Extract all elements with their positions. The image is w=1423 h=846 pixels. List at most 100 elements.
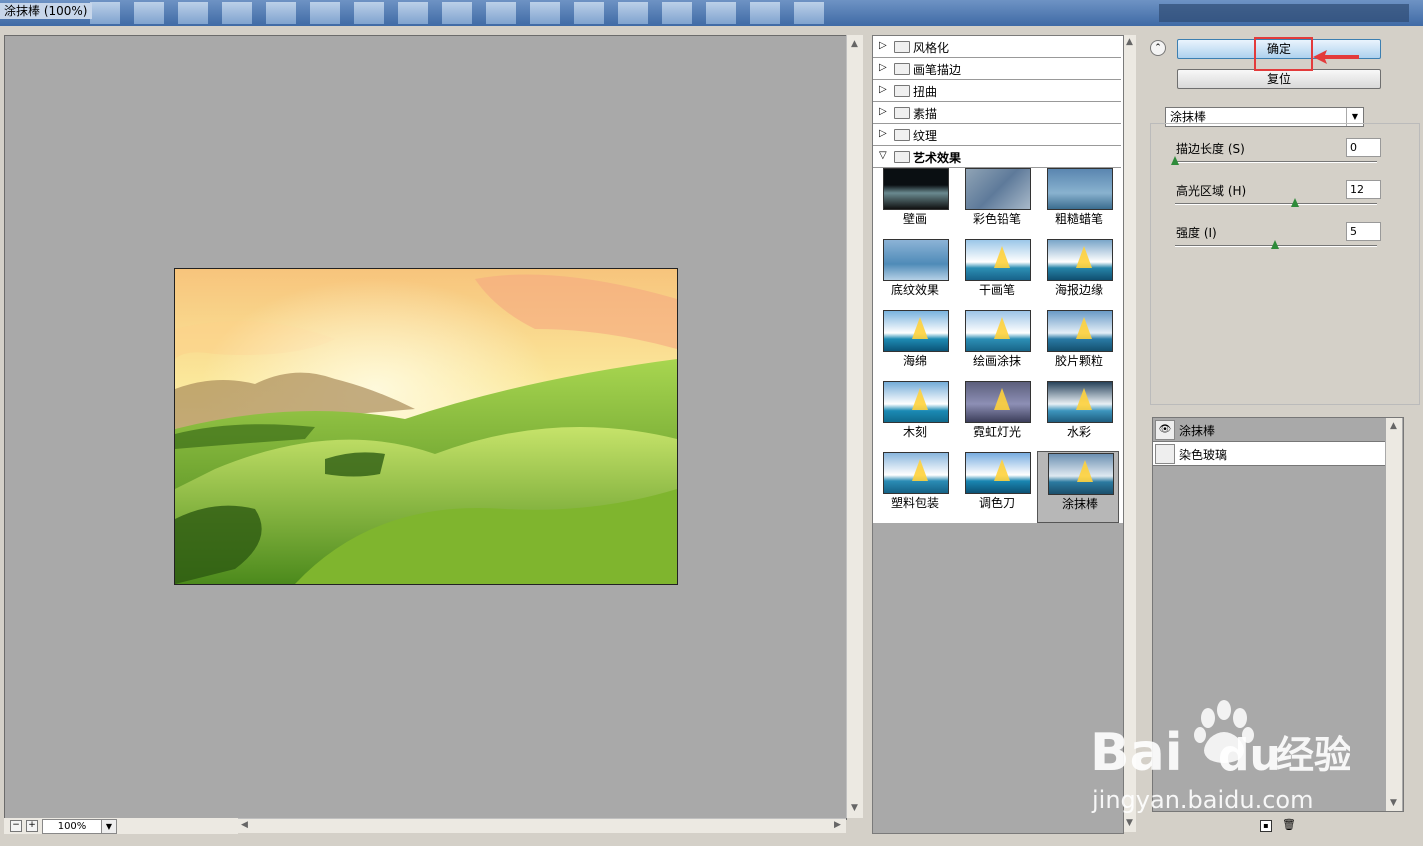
filter-thumbnail[interactable]: 木刻 (873, 380, 953, 450)
filter-category-label: 画笔描边 (913, 63, 962, 77)
filter-thumbnail[interactable]: 调色刀 (955, 451, 1035, 521)
filter-preview-image (883, 381, 949, 423)
filter-thumbnail[interactable]: 海报边缘 (1037, 238, 1117, 308)
filter-thumbnail[interactable]: 干画笔 (955, 238, 1035, 308)
folder-icon (894, 85, 910, 97)
filter-thumbnail-label: 绘画涂抹 (972, 354, 1021, 368)
taskbar-thumbnails (90, 2, 824, 24)
filter-category[interactable]: ▷ 画笔描边 (873, 58, 1121, 80)
filter-category-label: 素描 (913, 107, 938, 121)
filter-thumbnail-label: 霓虹灯光 (972, 425, 1021, 439)
window-controls (1159, 4, 1409, 22)
collapsed-triangle-icon[interactable]: ▷ (879, 106, 887, 117)
filter-thumbnail[interactable]: 彩色铅笔 (955, 167, 1035, 237)
slider-knob[interactable] (1291, 198, 1299, 207)
ok-button-highlight-box (1254, 37, 1313, 71)
expanded-triangle-icon[interactable]: ▽ (879, 150, 887, 161)
effect-layer-row[interactable]: 染色玻璃 (1153, 442, 1385, 466)
filter-preview-image (883, 452, 949, 494)
collapsed-triangle-icon[interactable]: ▷ (879, 62, 887, 73)
filter-category-label: 扭曲 (913, 85, 938, 99)
filter-preview-image (965, 381, 1031, 423)
filter-thumbnail-label: 干画笔 (978, 283, 1015, 297)
folder-icon (894, 129, 910, 141)
collapse-gallery-button[interactable]: ⌃ (1150, 40, 1166, 56)
zoom-in-button[interactable]: + (26, 820, 38, 832)
filter-category[interactable]: ▷ 纹理 (873, 124, 1121, 146)
zoom-dropdown-button[interactable]: ▼ (101, 819, 117, 834)
preview-vertical-scrollbar[interactable]: ▲ ▼ (846, 35, 863, 818)
effect-layer-row[interactable]: 👁 涂抹棒 (1153, 418, 1385, 442)
filter-thumbnail[interactable]: 霓虹灯光 (955, 380, 1035, 450)
zoom-out-button[interactable]: − (10, 820, 22, 832)
filter-category[interactable]: ▷ 扭曲 (873, 80, 1121, 102)
filter-category-label: 风格化 (913, 41, 950, 55)
parameter-value-field[interactable]: 0 (1346, 138, 1381, 157)
filter-thumbnail[interactable]: 底纹效果 (873, 238, 953, 308)
zoom-bar: − + 100% ▼ (4, 818, 238, 834)
filter-preview-image (1047, 381, 1113, 423)
filter-gallery: ▷ 风格化 ▷ 画笔描边 ▷ 扭曲 ▷ 素描 ▷ 纹理 ▽ 艺术效果 壁画 彩色铅笔 粗糙蜡笔底纹效果 干画笔… (872, 35, 1124, 834)
filter-preview-image (883, 239, 949, 281)
filter-preview-image (883, 168, 949, 210)
layers-scrollbar[interactable]: ▲ ▼ (1386, 418, 1402, 811)
parameter-label: 高光区域 (H) (1176, 184, 1247, 198)
slider-knob[interactable] (1271, 240, 1279, 249)
filter-thumbnail-label: 水彩 (1066, 425, 1091, 439)
filter-thumbnail-label: 底纹效果 (890, 283, 939, 297)
filter-parameter: 高光区域 (H) 12 (1151, 180, 1419, 220)
filter-thumbnail-label: 海报边缘 (1054, 283, 1103, 297)
visibility-eye-icon[interactable] (1155, 444, 1175, 464)
filter-category-label: 纹理 (913, 129, 938, 143)
collapsed-triangle-icon[interactable]: ▷ (879, 40, 887, 51)
effect-layer-name: 涂抹棒 (1179, 424, 1216, 438)
parameter-value-field[interactable]: 12 (1346, 180, 1381, 199)
filter-preview-image (965, 239, 1031, 281)
filter-thumbnail-label: 调色刀 (978, 496, 1015, 510)
effect-layer-name: 染色玻璃 (1179, 448, 1228, 462)
folder-icon (894, 41, 910, 53)
visibility-eye-icon[interactable]: 👁 (1155, 420, 1175, 440)
filter-thumbnail-label: 塑料包装 (890, 496, 939, 510)
filter-thumbnail[interactable]: 胶片颗粒 (1037, 309, 1117, 379)
filter-thumbnail[interactable]: 海绵 (873, 309, 953, 379)
filter-thumbnail[interactable]: 涂抹棒 (1037, 451, 1119, 523)
reset-button[interactable]: 复位 (1177, 69, 1381, 89)
filter-thumbnail-label: 粗糙蜡笔 (1054, 212, 1103, 226)
title-bar: 涂抹棒 (100%) (0, 0, 1423, 26)
collapsed-triangle-icon[interactable]: ▷ (879, 128, 887, 139)
preview-horizontal-scrollbar[interactable]: ◀ ▶ (238, 818, 846, 833)
filter-preview-image (883, 310, 949, 352)
parameter-label: 强度 (I) (1176, 226, 1217, 240)
filter-preview-image (1047, 239, 1113, 281)
filter-thumbnail[interactable]: 壁画 (873, 167, 953, 237)
slider-knob[interactable] (1171, 156, 1179, 165)
parameter-slider-track[interactable] (1175, 161, 1377, 163)
collapsed-triangle-icon[interactable]: ▷ (879, 84, 887, 95)
svg-text:jingyan.baidu.com: jingyan.baidu.com (1091, 786, 1313, 814)
svg-text:du: du (1218, 730, 1281, 781)
filter-thumbnail-label: 木刻 (902, 425, 927, 439)
filter-thumbnail-label: 海绵 (902, 354, 927, 368)
svg-text:经验: 经验 (1276, 733, 1350, 777)
filter-thumbnail[interactable]: 粗糙蜡笔 (1037, 167, 1117, 237)
zoom-level-field[interactable]: 100% (42, 819, 102, 834)
folder-icon (894, 107, 910, 119)
filter-thumbnail[interactable]: 塑料包装 (873, 451, 953, 521)
filter-parameter: 描边长度 (S) 0 (1151, 138, 1419, 178)
filter-parameter: 强度 (I) 5 (1151, 222, 1419, 262)
filter-thumbnail[interactable]: 绘画涂抹 (955, 309, 1035, 379)
folder-icon (894, 63, 910, 75)
parameter-slider-track[interactable] (1175, 203, 1377, 205)
filter-thumbnail[interactable]: 水彩 (1037, 380, 1117, 450)
filter-preview-image (965, 452, 1031, 494)
svg-text:Bai: Bai (1090, 723, 1183, 783)
filter-preview-image (965, 310, 1031, 352)
parameter-label: 描边长度 (S) (1176, 142, 1245, 156)
baidu-watermark: Bai du 经验 jingyan.baidu.com (1090, 690, 1352, 833)
filter-category[interactable]: ▷ 素描 (873, 102, 1121, 124)
filter-category[interactable]: ▷ 风格化 (873, 36, 1121, 58)
filter-category[interactable]: ▽ 艺术效果 (873, 146, 1121, 168)
parameter-value-field[interactable]: 5 (1346, 222, 1381, 241)
red-arrow-icon (1313, 50, 1359, 64)
